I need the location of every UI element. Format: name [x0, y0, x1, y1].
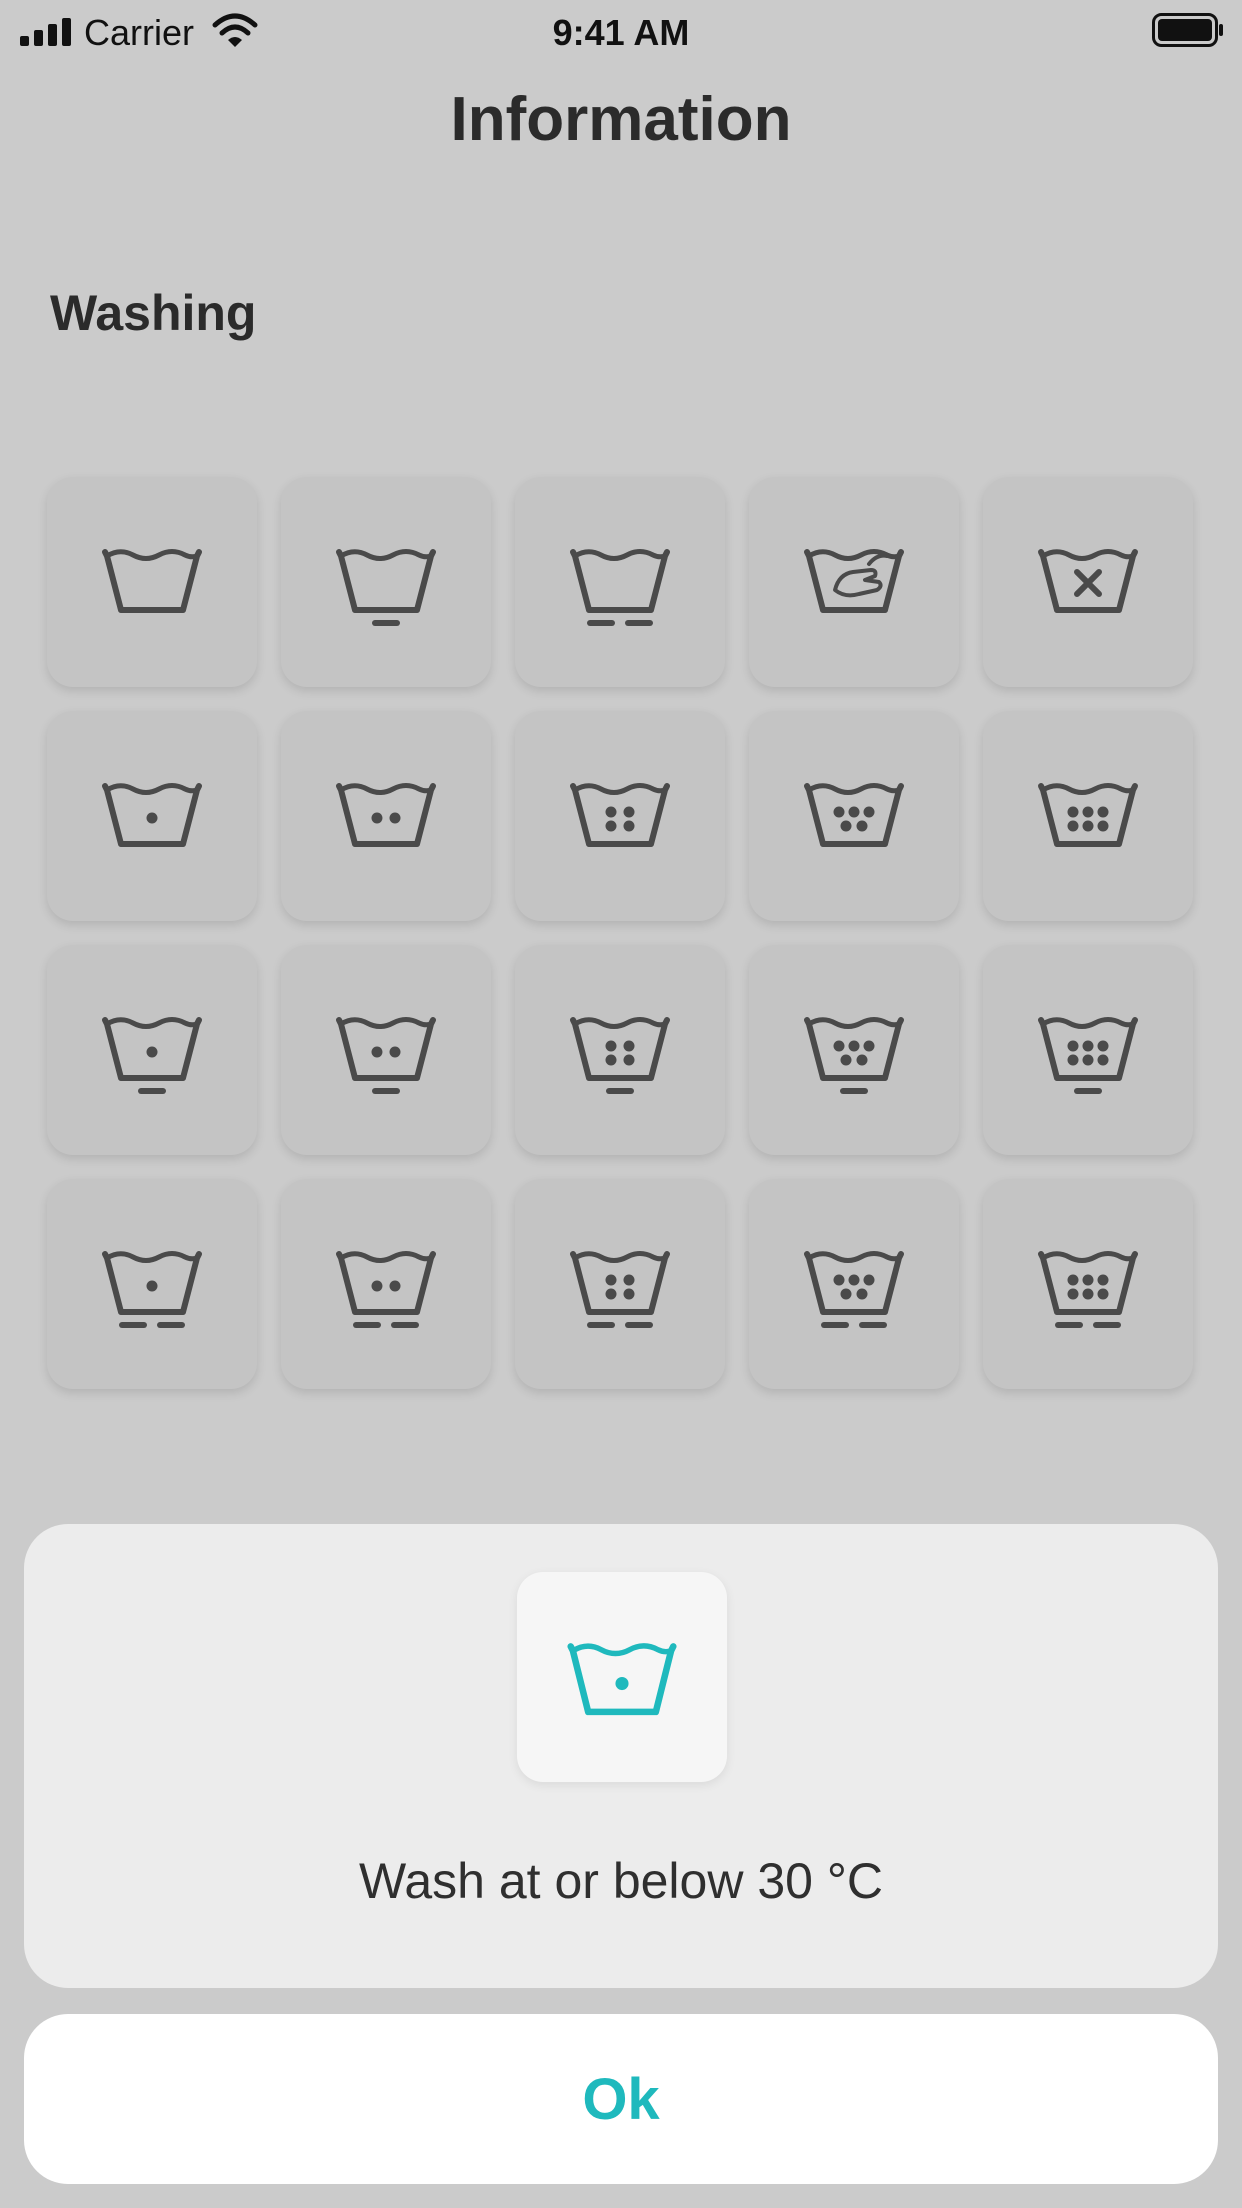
symbol-tile[interactable] [281, 711, 491, 921]
symbol-tile[interactable] [983, 945, 1193, 1155]
wash-95-icon [1038, 783, 1138, 847]
wash-50-gentle-icon [570, 1017, 670, 1094]
wash-95-very-gentle-icon [1038, 1251, 1138, 1328]
ok-button[interactable]: Ok [24, 2014, 1218, 2184]
symbol-info-dialog: Wash at or below 30 °C [24, 1524, 1218, 1988]
symbol-tile[interactable] [749, 477, 959, 687]
care-symbol-grid [47, 477, 1193, 1389]
dialog-symbol-tile [517, 1572, 727, 1782]
symbol-tile[interactable] [983, 711, 1193, 921]
symbol-tile[interactable] [281, 945, 491, 1155]
symbol-tile[interactable] [983, 1179, 1193, 1389]
hand-wash-icon [804, 549, 904, 613]
symbol-tile[interactable] [515, 1179, 725, 1389]
washtub-gentle-icon [336, 549, 436, 626]
wash-30-icon [102, 783, 202, 847]
wash-95-gentle-icon [1038, 1017, 1138, 1094]
washtub-icon [102, 549, 202, 613]
wash-40-very-gentle-icon [336, 1251, 436, 1328]
status-time: 9:41 AM [552, 12, 690, 53]
symbol-tile[interactable] [749, 945, 959, 1155]
symbol-tile[interactable] [281, 1179, 491, 1389]
symbol-tile[interactable] [47, 711, 257, 921]
wash-50-very-gentle-icon [570, 1251, 670, 1328]
symbol-tile[interactable] [47, 945, 257, 1155]
washtub-very-gentle-icon [570, 549, 670, 626]
wash-60-very-gentle-icon [804, 1251, 904, 1328]
symbol-tile[interactable] [281, 477, 491, 687]
wash-30-gentle-icon [102, 1017, 202, 1094]
wash-30-very-gentle-icon [102, 1251, 202, 1328]
status-bar: Carrier 9:41 AM [0, 0, 1242, 60]
symbol-tile[interactable] [749, 711, 959, 921]
symbol-tile[interactable] [515, 945, 725, 1155]
wash-40-gentle-icon [336, 1017, 436, 1094]
dialog-description: Wash at or below 30 °C [359, 1853, 883, 1909]
wash-60-icon [804, 783, 904, 847]
symbol-tile[interactable] [983, 477, 1193, 687]
wash-50-icon [570, 783, 670, 847]
symbol-tile[interactable] [515, 477, 725, 687]
battery-icon [1152, 13, 1223, 47]
symbol-tile[interactable] [47, 1179, 257, 1389]
wash-30-icon [567, 1643, 677, 1716]
symbol-tile[interactable] [749, 1179, 959, 1389]
page-title: Information [450, 85, 792, 154]
symbol-tile[interactable] [47, 477, 257, 687]
do-not-wash-icon [1038, 549, 1138, 613]
symbol-tile[interactable] [515, 711, 725, 921]
wash-60-gentle-icon [804, 1017, 904, 1094]
wash-40-icon [336, 783, 436, 847]
section-heading-washing: Washing [50, 285, 257, 341]
